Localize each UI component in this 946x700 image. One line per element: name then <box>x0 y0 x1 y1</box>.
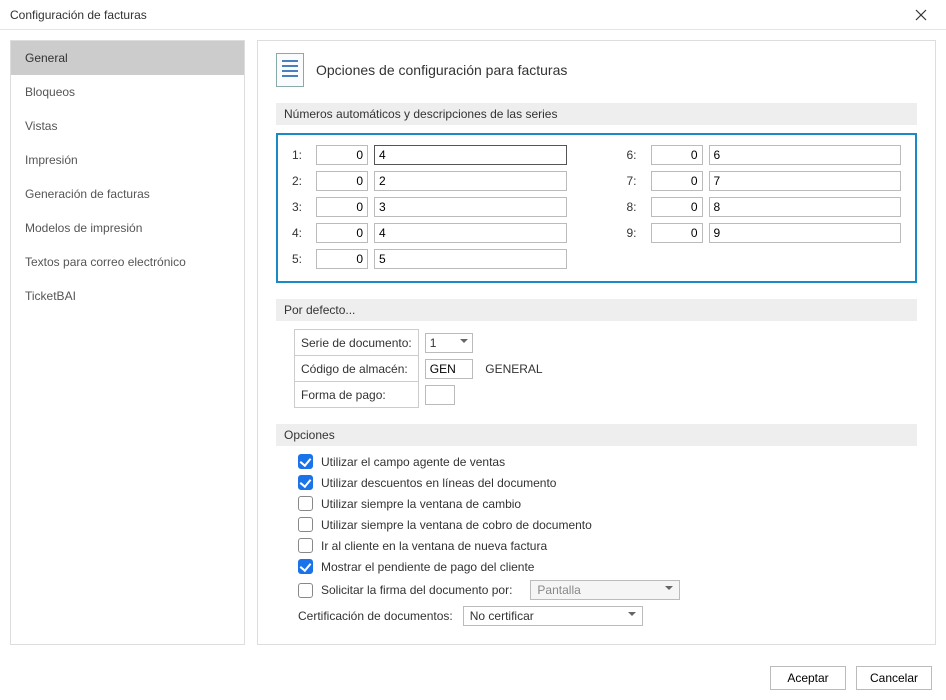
checkbox[interactable] <box>298 475 313 490</box>
series-desc-input[interactable] <box>374 223 567 243</box>
pago-input[interactable] <box>425 385 455 405</box>
series-number-input[interactable] <box>651 223 703 243</box>
series-desc-input[interactable] <box>374 145 567 165</box>
cert-label: Certificación de documentos: <box>298 609 453 623</box>
series-index-label: 1: <box>292 148 310 162</box>
sidebar-item[interactable]: Vistas <box>11 109 244 143</box>
series-row: 6: <box>627 145 902 165</box>
sidebar-item[interactable]: Generación de facturas <box>11 177 244 211</box>
defaults-block: Serie de documento: 1 Código de almacén:… <box>276 329 917 408</box>
section-options-header: Opciones <box>276 424 917 446</box>
sidebar-item[interactable]: Textos para correo electrónico <box>11 245 244 279</box>
series-row: 3: <box>292 197 567 217</box>
close-button[interactable] <box>906 0 936 30</box>
series-number-input[interactable] <box>651 197 703 217</box>
cert-select-value: No certificar <box>470 609 534 623</box>
firma-select-value: Pantalla <box>537 583 580 597</box>
section-defaults-header: Por defecto... <box>276 299 917 321</box>
option-label: Utilizar siempre la ventana de cambio <box>321 497 521 511</box>
content-title: Opciones de configuración para facturas <box>316 62 567 78</box>
series-desc-input[interactable] <box>709 223 902 243</box>
series-number-input[interactable] <box>316 223 368 243</box>
option-label: Utilizar siempre la ventana de cobro de … <box>321 518 592 532</box>
accept-button[interactable]: Aceptar <box>770 666 846 690</box>
sidebar-item[interactable]: General <box>11 41 244 75</box>
serie-select[interactable]: 1 <box>425 333 473 353</box>
series-index-label: 8: <box>627 200 645 214</box>
series-row: 5: <box>292 249 567 269</box>
checkbox[interactable] <box>298 538 313 553</box>
option-row: Utilizar siempre la ventana de cambio <box>298 496 917 511</box>
option-label: Solicitar la firma del documento por: <box>321 583 512 597</box>
series-index-label: 6: <box>627 148 645 162</box>
checkbox[interactable] <box>298 454 313 469</box>
series-number-input[interactable] <box>651 145 703 165</box>
chevron-down-icon <box>628 609 636 623</box>
option-label: Mostrar el pendiente de pago del cliente <box>321 560 534 574</box>
series-desc-input[interactable] <box>374 197 567 217</box>
cert-select[interactable]: No certificar <box>463 606 643 626</box>
content-panel: Opciones de configuración para facturas … <box>257 40 936 645</box>
series-number-input[interactable] <box>316 249 368 269</box>
checkbox[interactable] <box>298 559 313 574</box>
series-index-label: 4: <box>292 226 310 240</box>
series-index-label: 5: <box>292 252 310 266</box>
option-row: Mostrar el pendiente de pago del cliente <box>298 559 917 574</box>
series-desc-input[interactable] <box>709 171 902 191</box>
series-box: 1: 6: 2: 7: 3: 8: 4: 9: 5: <box>276 133 917 283</box>
serie-value: 1 <box>430 336 437 350</box>
almacen-label: Código de almacén: <box>295 356 419 382</box>
series-number-input[interactable] <box>316 197 368 217</box>
option-row: Solicitar la firma del documento por: Pan… <box>298 580 917 600</box>
checkbox[interactable] <box>298 583 313 598</box>
option-label: Utilizar descuentos en líneas del docume… <box>321 476 556 490</box>
series-row: 1: <box>292 145 567 165</box>
series-index-label: 7: <box>627 174 645 188</box>
section-series-header: Números automáticos y descripciones de l… <box>276 103 917 125</box>
option-row: Utilizar el campo agente de ventas <box>298 454 917 469</box>
almacen-name: GENERAL <box>479 356 548 382</box>
series-desc-input[interactable] <box>709 197 902 217</box>
series-desc-input[interactable] <box>709 145 902 165</box>
sidebar-item[interactable]: Bloqueos <box>11 75 244 109</box>
window-title: Configuración de facturas <box>10 8 147 22</box>
option-label: Ir al cliente en la ventana de nueva fac… <box>321 539 547 553</box>
option-row: Ir al cliente en la ventana de nueva fac… <box>298 538 917 553</box>
series-row: 9: <box>627 223 902 243</box>
cancel-button[interactable]: Cancelar <box>856 666 932 690</box>
sidebar-item[interactable]: TicketBAI <box>11 279 244 313</box>
chevron-down-icon <box>460 336 468 350</box>
serie-label: Serie de documento: <box>295 330 419 356</box>
sidebar-item[interactable]: Modelos de impresión <box>11 211 244 245</box>
option-row: Utilizar siempre la ventana de cobro de … <box>298 517 917 532</box>
sidebar: GeneralBloqueosVistasImpresiónGeneración… <box>10 40 245 645</box>
chevron-down-icon <box>665 583 673 597</box>
series-number-input[interactable] <box>651 171 703 191</box>
certification-row: Certificación de documentos: No certifica… <box>298 606 917 626</box>
series-number-input[interactable] <box>316 145 368 165</box>
options-block: Utilizar el campo agente de ventas Utiliz… <box>276 454 917 626</box>
sidebar-item[interactable]: Impresión <box>11 143 244 177</box>
series-desc-input[interactable] <box>374 171 567 191</box>
series-desc-input[interactable] <box>374 249 567 269</box>
checkbox[interactable] <box>298 496 313 511</box>
series-index-label: 3: <box>292 200 310 214</box>
series-row: 2: <box>292 171 567 191</box>
series-index-label: 2: <box>292 174 310 188</box>
firma-select[interactable]: Pantalla <box>530 580 680 600</box>
close-icon <box>915 9 927 21</box>
option-label: Utilizar el campo agente de ventas <box>321 455 505 469</box>
series-number-input[interactable] <box>316 171 368 191</box>
dialog-footer: Aceptar Cancelar <box>0 655 946 700</box>
series-row: 7: <box>627 171 902 191</box>
document-icon <box>276 53 304 87</box>
pago-label: Forma de pago: <box>295 382 419 408</box>
checkbox[interactable] <box>298 517 313 532</box>
series-row: 4: <box>292 223 567 243</box>
almacen-code-input[interactable] <box>425 359 473 379</box>
option-row: Utilizar descuentos en líneas del docume… <box>298 475 917 490</box>
series-index-label: 9: <box>627 226 645 240</box>
series-row: 8: <box>627 197 902 217</box>
